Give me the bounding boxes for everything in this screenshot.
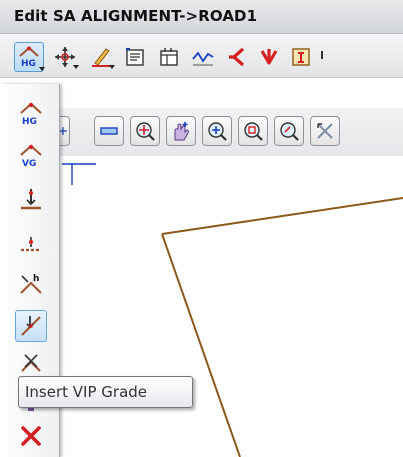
- vg-item-text: VG: [22, 159, 36, 169]
- vertical-geometry-item[interactable]: VG: [15, 140, 47, 172]
- vertical-geometry-icon: VG: [20, 144, 42, 169]
- crosshair: [62, 163, 96, 185]
- hg-item-text: HG: [22, 117, 37, 127]
- hg-icon-text: HG: [21, 59, 36, 69]
- red-arrow-left-icon: [229, 47, 245, 67]
- horizontal-geometry-button[interactable]: HG: [14, 42, 45, 72]
- chevron-down-icon: [73, 65, 79, 69]
- zoom-previous-button[interactable]: [274, 116, 304, 146]
- zoom-fit-button[interactable]: [310, 116, 340, 146]
- horizontal-geometry-icon: HG: [20, 102, 42, 127]
- pan-hand-button[interactable]: [166, 116, 196, 146]
- insert-vip-item[interactable]: [15, 184, 47, 216]
- drawing-canvas[interactable]: [62, 156, 403, 457]
- zoom-fit-icon: [317, 123, 333, 139]
- overflow-button[interactable]: [318, 42, 330, 72]
- pen-edit-button[interactable]: [86, 42, 116, 72]
- main-toolbar: HG: [0, 34, 403, 78]
- chevron-down-icon: [39, 67, 45, 71]
- move-button[interactable]: [50, 42, 80, 72]
- insert-point-icon: [21, 237, 41, 252]
- zoom-window-icon: [244, 122, 263, 141]
- overflow-icon: [321, 51, 323, 59]
- zoom-in-button[interactable]: [202, 116, 232, 146]
- pan-hand-icon: [174, 122, 189, 141]
- red-arrow-down-button[interactable]: [254, 42, 284, 72]
- intersection-h-item[interactable]: h: [15, 268, 47, 300]
- delete-x-icon: [21, 426, 41, 446]
- insert-vip-grade-icon: [21, 316, 41, 336]
- alignment-segment-top: [161, 197, 403, 235]
- delete-item[interactable]: [15, 420, 47, 452]
- svg-text:h: h: [33, 274, 39, 284]
- window-title: Edit SA ALIGNMENT->ROAD1: [14, 7, 258, 25]
- insert-vip-grade-item[interactable]: [15, 310, 47, 342]
- view-toolbar: [0, 108, 403, 156]
- properties-list-icon: [126, 48, 144, 66]
- delete-vip-icon: [21, 354, 41, 372]
- tooltip: Insert VIP Grade: [18, 376, 193, 408]
- zoom-extent-button[interactable]: [130, 116, 160, 146]
- zoom-previous-icon: [280, 122, 299, 141]
- intersection-h-icon: h: [20, 274, 42, 294]
- zoom-extent-icon: [136, 122, 155, 141]
- title-bar: Edit SA ALIGNMENT->ROAD1: [0, 0, 403, 34]
- info-box-button[interactable]: [286, 42, 316, 72]
- zoom-window-button[interactable]: [238, 116, 268, 146]
- subtract-icon: [100, 127, 118, 135]
- subtract-button[interactable]: [94, 116, 124, 146]
- profile-curve-icon: [192, 51, 214, 66]
- properties-list-button[interactable]: [120, 42, 150, 72]
- insert-vip-icon: [21, 189, 41, 210]
- chevron-down-icon: [109, 65, 115, 69]
- red-arrow-left-button[interactable]: [222, 42, 252, 72]
- horizontal-geometry-icon: HG: [19, 46, 39, 69]
- report-table-button[interactable]: [154, 42, 184, 72]
- alignment-drawing: [62, 163, 403, 457]
- insert-point-item[interactable]: [15, 226, 47, 258]
- horizontal-geometry-item[interactable]: HG: [15, 98, 47, 130]
- info-box-icon: [292, 48, 310, 66]
- report-table-icon: [160, 48, 178, 66]
- profile-curve-button[interactable]: [188, 42, 218, 72]
- red-arrow-down-icon: [260, 49, 278, 65]
- zoom-in-icon: [208, 122, 227, 141]
- alignment-segment-left: [161, 233, 241, 457]
